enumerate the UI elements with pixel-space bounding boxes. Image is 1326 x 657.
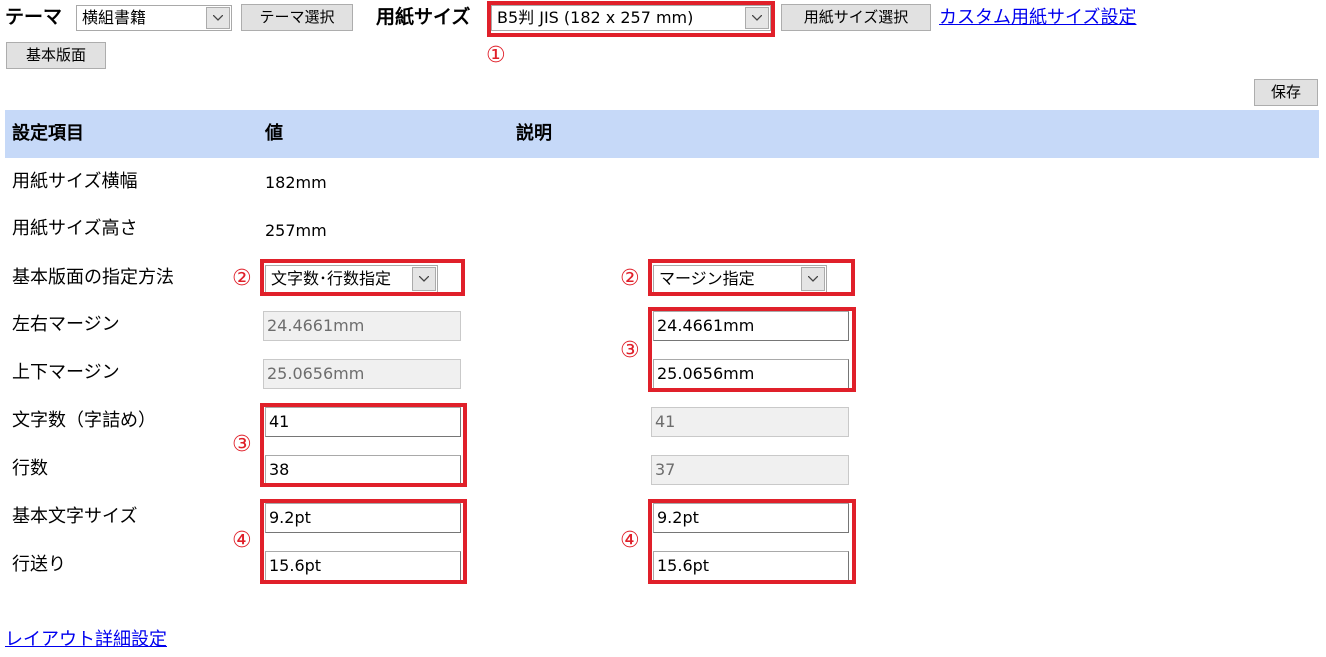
paper-height-value: 257mm <box>265 221 327 240</box>
row-label-paper-height: 用紙サイズ高さ <box>12 218 138 239</box>
table-header: 設定項目 値 説明 <box>5 110 1319 158</box>
row-label-method: 基本版面の指定方法 <box>12 267 174 288</box>
annotation-marker: ③ <box>620 338 640 363</box>
annotation-marker: ② <box>620 266 640 291</box>
header-value: 値 <box>265 123 283 144</box>
highlight-box <box>260 499 467 584</box>
save-button[interactable]: 保存 <box>1254 79 1318 106</box>
annotation-marker: ② <box>232 266 252 291</box>
theme-select-value: 横組書籍 <box>82 8 147 27</box>
annotation-marker: ④ <box>232 528 252 553</box>
highlight-box <box>260 403 467 487</box>
custom-paper-size-link[interactable]: カスタム用紙サイズ設定 <box>939 5 1136 31</box>
theme-select-button[interactable]: テーマ選択 <box>241 4 353 31</box>
lr-margin-input-left[interactable]: 24.4661mm <box>263 311 461 341</box>
theme-label: テーマ <box>5 6 63 28</box>
row-label-paper-width: 用紙サイズ横幅 <box>12 171 138 192</box>
row-label-chars: 文字数（字詰め） <box>12 410 156 431</box>
highlight-box <box>487 1 775 37</box>
paper-size-label: 用紙サイズ <box>376 6 471 28</box>
row-label-lines: 行数 <box>12 458 48 479</box>
annotation-marker: ③ <box>232 432 252 457</box>
header-setting-item: 設定項目 <box>12 123 84 144</box>
row-label-font-size: 基本文字サイズ <box>12 506 138 527</box>
annotation-marker: ④ <box>620 528 640 553</box>
highlight-box <box>648 307 856 392</box>
base-layout-button[interactable]: 基本版面 <box>6 42 106 69</box>
header-description: 説明 <box>516 123 552 144</box>
chars-input-right[interactable]: 41 <box>651 407 849 437</box>
annotation-marker: ① <box>486 43 506 68</box>
tb-margin-input-left[interactable]: 25.0656mm <box>263 359 461 389</box>
row-label-leading: 行送り <box>12 554 66 575</box>
highlight-box <box>260 259 465 296</box>
chevron-down-icon <box>206 7 230 29</box>
paper-width-value: 182mm <box>265 173 327 192</box>
highlight-box <box>648 259 855 296</box>
row-label-tb-margin: 上下マージン <box>12 362 120 383</box>
layout-detail-settings-link[interactable]: レイアウト詳細設定 <box>5 627 167 653</box>
paper-size-select-button[interactable]: 用紙サイズ選択 <box>781 4 931 31</box>
theme-select[interactable]: 横組書籍 <box>76 5 232 31</box>
row-label-lr-margin: 左右マージン <box>12 314 120 335</box>
lines-input-right[interactable]: 37 <box>651 455 849 485</box>
highlight-box <box>648 499 856 584</box>
